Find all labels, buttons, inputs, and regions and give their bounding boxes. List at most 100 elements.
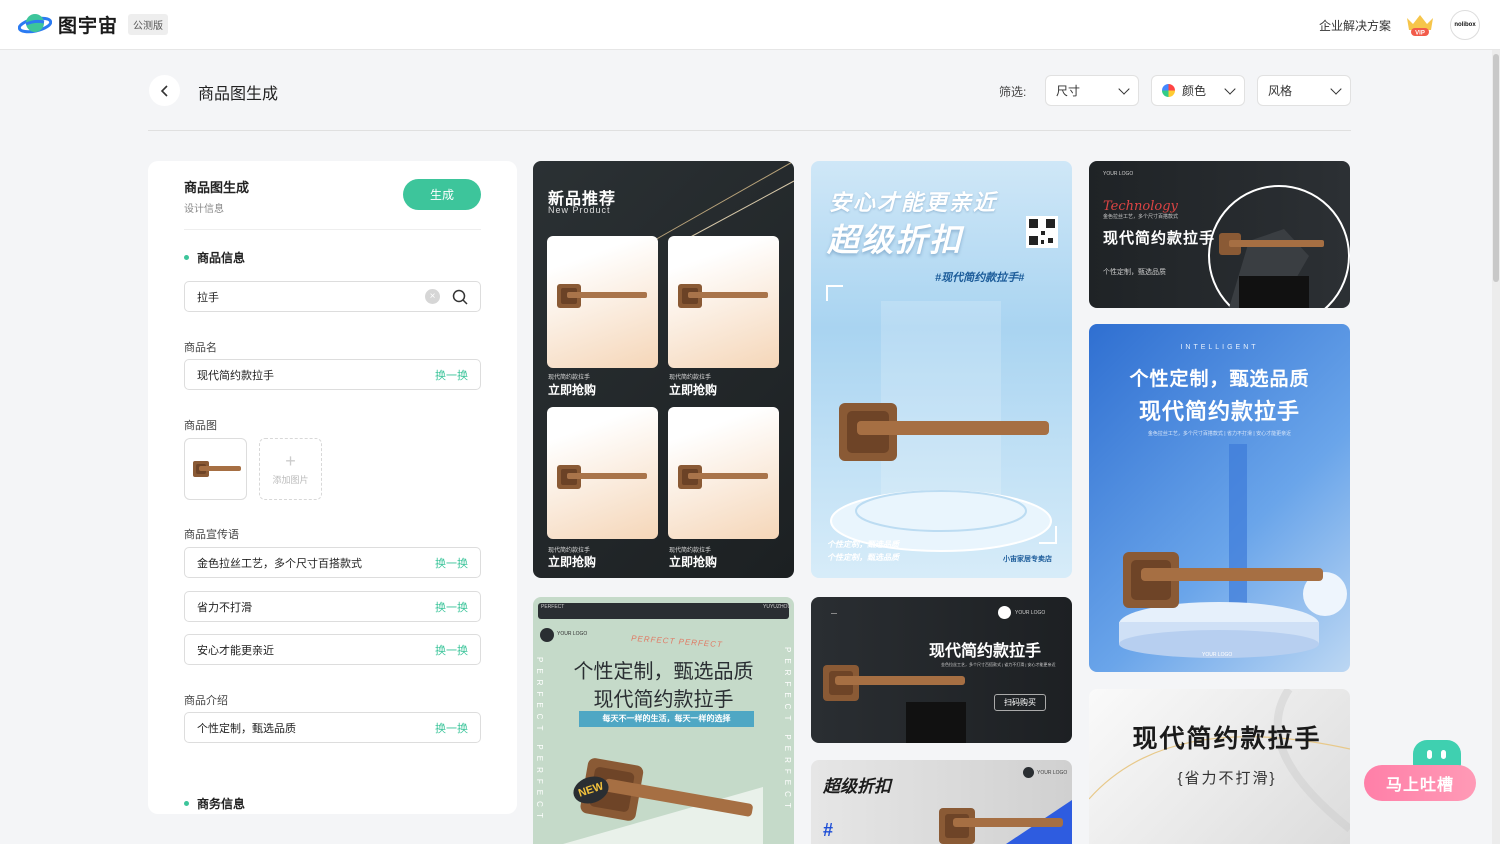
design-card-perfect[interactable]: PERFECT YUYUZHOU YOUR LOGO PERFECT PERFE… (533, 597, 794, 844)
card-subtitle: {省力不打滑} (1177, 770, 1277, 787)
product-name-field[interactable]: 现代简约款拉手 换一换 (184, 359, 481, 390)
product-image-label: 商品图 (184, 420, 217, 432)
design-card-scan-buy[interactable]: YOUR LOGO 现代简约款拉手 金色拉丝工艺，多个尺寸百搭款式 | 省力不打… (811, 597, 1072, 743)
logo-text: YOUR LOGO (1202, 652, 1233, 658)
color-filter-dropdown[interactable]: 颜色 (1151, 75, 1245, 106)
product-name-label: 商品名 (184, 342, 217, 354)
swap-button[interactable]: 换一换 (435, 599, 468, 615)
card-subtitle: 个性定制，甄选品质 (1103, 269, 1166, 276)
search-icon[interactable] (452, 289, 468, 305)
card-title: 超级折扣 (823, 777, 891, 796)
logo-text: YOUR LOGO (1103, 171, 1134, 177)
card-small-text: 金色拉丝工艺，多个尺寸百搭款式 | 省力不打滑 | 安心才能更亲近 (1147, 431, 1292, 437)
door-handle-image (678, 465, 768, 489)
card-kicker: INTELLIGENT (1180, 344, 1259, 351)
top-left-text: PERFECT (541, 604, 565, 610)
planet-logo-icon (18, 14, 52, 34)
generate-button[interactable]: 生成 (403, 179, 481, 210)
clear-icon[interactable]: × (425, 289, 440, 304)
chevron-down-icon (1224, 82, 1236, 95)
design-card-intelligent[interactable]: INTELLIGENT 个性定制，甄选品质 现代简约款拉手 金色拉丝工艺，多个尺… (1089, 324, 1350, 672)
top-right-text: YUYUZHOU (763, 604, 792, 610)
card-small-text: 金色拉丝工艺，多个尺寸百搭款式 (1103, 214, 1179, 220)
door-handle-image (839, 403, 1049, 461)
vip-crown-icon[interactable]: VIP (1404, 12, 1436, 38)
card-headline: 安心才能更亲近 (829, 190, 998, 215)
logo-icon (1023, 767, 1034, 778)
design-card-marble[interactable]: 现代简约款拉手 {省力不打滑} (1089, 689, 1350, 844)
avatar[interactable]: nolibox (1450, 10, 1480, 40)
add-image-button[interactable]: + 添加图片 (259, 438, 322, 500)
item-label: 现代简约款拉手 (548, 375, 591, 381)
door-handle-image (557, 465, 647, 489)
swap-button[interactable]: 换一换 (435, 720, 468, 736)
card-headline: 个性定制，甄选品质 (573, 661, 754, 683)
feedback-button[interactable]: 马上吐槽 (1364, 765, 1476, 801)
style-filter-value: 风格 (1268, 84, 1293, 98)
hash-mark: # (823, 820, 834, 840)
slogan-field-1[interactable]: 金色拉丝工艺，多个尺寸百搭款式 换一换 (184, 547, 481, 578)
door-handle-image (939, 800, 1072, 844)
card-foot-line: 个性定制，甄选品质 (827, 553, 899, 562)
swap-button[interactable]: 换一换 (435, 367, 468, 383)
banner-text: 每天不一样的生活，每天一样的选择 (579, 711, 754, 727)
logo-text: YOUR LOGO (557, 631, 588, 637)
slogan-label: 商品宣传语 (184, 529, 239, 541)
scan-buy-cta: 扫码购买 (994, 694, 1046, 711)
beta-badge: 公测版 (128, 13, 169, 35)
logo-icon (540, 628, 554, 642)
item-cta: 立即抢购 (669, 383, 718, 397)
logo-text: YOUR LOGO (1037, 770, 1068, 776)
logo-icon (998, 606, 1011, 619)
qr-code-icon (1026, 216, 1058, 248)
enterprise-solutions-link[interactable]: 企业解决方案 (1319, 17, 1391, 34)
chevron-left-icon (160, 84, 168, 97)
vip-label: VIP (1415, 31, 1425, 37)
slogan-value: 省力不打滑 (197, 601, 252, 614)
product-search-input[interactable]: 拉手 × (184, 281, 481, 312)
card-headline: 个性定制，甄选品质 (1129, 369, 1310, 390)
chevron-down-icon (1330, 82, 1342, 95)
door-handle-image (678, 284, 768, 308)
color-filter-value: 颜色 (1182, 84, 1207, 98)
design-card-new-product[interactable]: 新品推荐 New Product 现代简约款拉手 立即抢购 现代简约款拉手 立即… (533, 161, 794, 578)
chevron-down-icon (1118, 82, 1130, 95)
logo-text: 图宇宙 (58, 15, 119, 37)
product-intro-value: 个性定制，甄选品质 (197, 722, 296, 735)
filter-label: 筛选: (999, 85, 1027, 99)
door-handle-image (557, 284, 647, 308)
color-wheel-icon (1162, 84, 1175, 97)
door-handle-image (823, 665, 966, 743)
product-intro-field[interactable]: 个性定制，甄选品质 换一换 (184, 712, 481, 743)
logo[interactable]: 图宇宙 公测版 (18, 10, 169, 38)
design-card-super-discount[interactable]: 安心才能更亲近 超级折扣 #现代简约款拉手# 个性定制，甄选品质 个性定制，甄选… (811, 161, 1072, 578)
product-tile (547, 407, 658, 539)
swap-button[interactable]: 换一换 (435, 555, 468, 571)
scrollbar-thumb[interactable] (1493, 54, 1499, 282)
card-title: 现代简约款拉手 (1132, 724, 1322, 753)
product-tile (668, 236, 779, 368)
design-card-discount-grey[interactable]: 超级折扣 YOUR LOGO # (811, 760, 1072, 844)
style-filter-dropdown[interactable]: 风格 (1257, 75, 1351, 106)
card-subtitle: New Product (548, 205, 611, 215)
size-filter-dropdown[interactable]: 尺寸 (1045, 75, 1139, 106)
design-card-technology[interactable]: YOUR LOGO Technology 金色拉丝工艺，多个尺寸百搭款式 现代简… (1089, 161, 1350, 308)
back-button[interactable] (149, 75, 180, 106)
swap-button[interactable]: 换一换 (435, 642, 468, 658)
product-scene (1119, 444, 1347, 658)
design-info-panel: 商品图生成 设计信息 生成 商品信息 拉手 × 商品名 现代简约款拉手 换一换 … (148, 161, 517, 814)
card-headline-big: 现代简约款拉手 (593, 689, 734, 711)
side-text: PERFECT PERFECT (783, 647, 792, 814)
side-text: PERFECT PERFECT (535, 657, 544, 824)
item-cta: 立即抢购 (548, 383, 597, 397)
panel-divider (184, 229, 481, 230)
product-tile (668, 407, 779, 539)
product-image-thumbnail[interactable] (184, 438, 247, 500)
card-foot-line: 个性定制，甄选品质 (827, 540, 899, 549)
slogan-value: 安心才能更亲近 (197, 644, 274, 657)
item-label: 现代简约款拉手 (669, 375, 712, 381)
slogan-field-2[interactable]: 省力不打滑 换一换 (184, 591, 481, 622)
size-filter-value: 尺寸 (1056, 84, 1081, 98)
slogan-field-3[interactable]: 安心才能更亲近 换一换 (184, 634, 481, 665)
product-name-value: 现代简约款拉手 (197, 369, 274, 382)
